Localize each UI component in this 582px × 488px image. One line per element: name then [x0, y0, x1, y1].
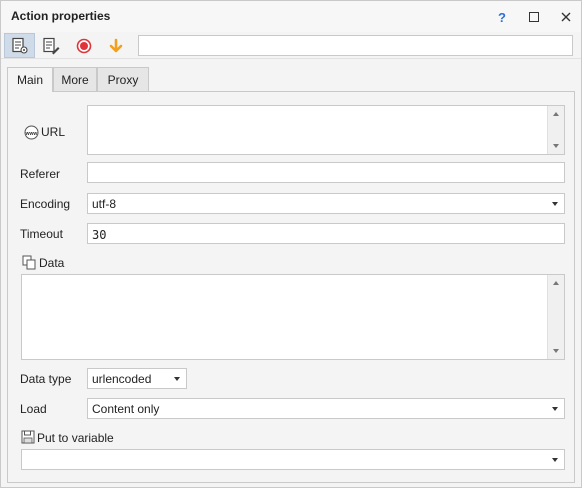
referer-label: Referer	[20, 167, 61, 181]
url-label: URL	[41, 125, 66, 139]
timeout-value: 30	[92, 228, 107, 242]
chevron-down-icon	[174, 377, 180, 381]
load-label: Load	[20, 402, 47, 416]
url-field[interactable]	[87, 105, 565, 155]
svg-text:www: www	[25, 131, 38, 137]
edit-properties-icon	[42, 37, 59, 54]
tab-more-label: More	[61, 72, 89, 87]
scroll-down-icon	[553, 144, 559, 148]
url-scrollbar[interactable]	[547, 106, 564, 154]
chevron-down-icon	[552, 202, 558, 206]
record-icon	[76, 38, 91, 53]
copy-icon	[22, 255, 36, 270]
action-properties-window: Action properties ? Main More Proxy www …	[0, 0, 582, 488]
maximize-button[interactable]	[524, 7, 544, 27]
data-scrollbar[interactable]	[547, 275, 564, 359]
data-type-label: Data type	[20, 372, 72, 386]
referer-field[interactable]	[87, 162, 565, 183]
properties-button[interactable]	[4, 33, 35, 58]
download-button[interactable]	[100, 33, 131, 58]
help-button[interactable]: ?	[492, 7, 512, 27]
put-to-variable-select[interactable]	[21, 449, 565, 470]
window-title: Action properties	[11, 9, 111, 23]
save-icon	[21, 430, 35, 444]
tab-more[interactable]: More	[53, 67, 97, 91]
tab-proxy[interactable]: Proxy	[97, 67, 149, 91]
edit-properties-button[interactable]	[35, 33, 66, 58]
data-label: Data	[39, 256, 65, 270]
title-bar: Action properties ?	[1, 1, 581, 32]
scroll-up-icon	[553, 112, 559, 116]
encoding-label: Encoding	[20, 197, 71, 211]
question-icon: ?	[498, 9, 506, 25]
record-button[interactable]	[68, 33, 99, 58]
toolbar-input[interactable]	[138, 35, 573, 56]
tab-proxy-label: Proxy	[107, 72, 139, 87]
main-tab-panel: www URL Referer Encoding utf-8 Timeout 3…	[7, 91, 575, 483]
close-button[interactable]	[556, 7, 576, 27]
load-value: Content only	[92, 402, 160, 416]
maximize-icon	[529, 12, 539, 22]
www-icon: www	[24, 125, 39, 140]
data-type-value: urlencoded	[92, 372, 152, 386]
chevron-down-icon	[552, 407, 558, 411]
put-to-variable-label: Put to variable	[37, 431, 114, 445]
tab-main-label: Main	[16, 73, 43, 87]
scroll-down-icon	[553, 349, 559, 353]
download-arrow-icon	[109, 38, 122, 52]
encoding-select[interactable]: utf-8	[87, 193, 565, 214]
encoding-value: utf-8	[92, 197, 117, 211]
timeout-field[interactable]: 30	[87, 223, 565, 244]
toolbar	[1, 32, 581, 59]
properties-icon	[11, 37, 28, 54]
timeout-label: Timeout	[20, 227, 63, 241]
close-icon	[561, 12, 571, 22]
data-type-select[interactable]: urlencoded	[87, 368, 187, 389]
data-field[interactable]	[21, 274, 565, 360]
scroll-up-icon	[553, 281, 559, 285]
load-select[interactable]: Content only	[87, 398, 565, 419]
chevron-down-icon	[552, 458, 558, 462]
tab-main[interactable]: Main	[7, 67, 53, 92]
